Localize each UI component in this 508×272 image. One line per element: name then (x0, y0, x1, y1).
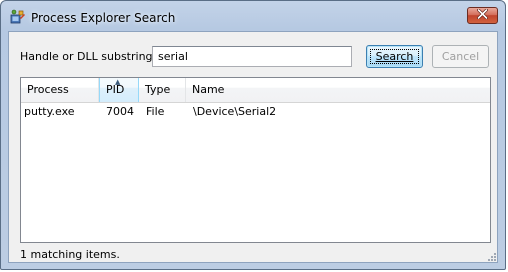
focus-rectangle (370, 49, 419, 64)
search-label: Handle or DLL substring: (20, 50, 157, 63)
column-header-process[interactable]: Process (21, 78, 99, 102)
window-title: Process Explorer Search (31, 11, 176, 25)
resize-grip-icon[interactable] (486, 251, 496, 261)
cell-pid: 7004 (106, 105, 134, 118)
table-row[interactable]: putty.exe 7004 File \Device\Serial2 (21, 103, 490, 121)
column-header-name[interactable]: Name (186, 78, 490, 102)
cell-type: File (146, 105, 165, 118)
cancel-button[interactable]: Cancel (432, 45, 489, 68)
process-explorer-icon (10, 9, 26, 25)
column-label: Name (192, 83, 225, 96)
cell-name: \Device\Serial2 (193, 105, 277, 118)
column-label: Type (145, 83, 171, 96)
cancel-button-label: Cancel (441, 49, 480, 63)
search-button[interactable]: Search (366, 45, 423, 68)
cell-process: putty.exe (24, 105, 75, 118)
status-text: 1 matching items. (20, 248, 120, 261)
results-list[interactable]: Process ▲ PID Type Name putty.exe 7004 F… (20, 77, 491, 243)
column-header-pid[interactable]: ▲ PID (99, 78, 139, 102)
column-header-type[interactable]: Type (139, 78, 186, 102)
sort-ascending-icon: ▲ (115, 78, 121, 86)
close-button[interactable] (467, 7, 498, 24)
column-label: Process (27, 83, 69, 96)
close-icon (477, 8, 488, 22)
title-bar[interactable]: Process Explorer Search (1, 1, 505, 31)
dialog-client-area: Handle or DLL substring: Search Cancel P… (8, 31, 498, 263)
search-dialog-window: Process Explorer Search Handle or DLL su… (0, 0, 506, 270)
results-header: Process ▲ PID Type Name (21, 78, 490, 103)
search-input[interactable] (152, 46, 352, 67)
